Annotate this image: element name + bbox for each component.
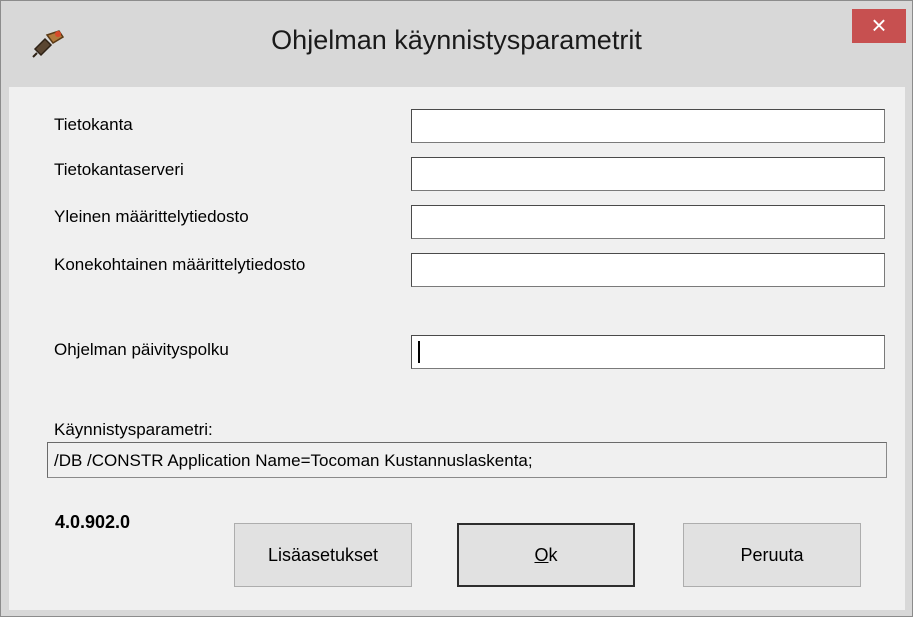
label-database-server: Tietokantaserveri: [54, 160, 184, 179]
machine-config-input[interactable]: [411, 253, 885, 287]
text-caret: [418, 341, 420, 363]
dialog-client-area: Tietokanta Tietokantaserveri Yleinen mää…: [9, 87, 905, 610]
label-update-path: Ohjelman päivityspolku: [54, 340, 229, 359]
update-path-input[interactable]: [411, 335, 885, 369]
cancel-button[interactable]: Peruuta: [683, 523, 861, 587]
label-machine-config: Konekohtainen määrittelytiedosto: [54, 255, 306, 274]
ok-label-rest: k: [548, 544, 558, 565]
advanced-settings-button[interactable]: Lisäasetukset: [234, 523, 412, 587]
advanced-settings-label: Lisäasetukset: [267, 544, 379, 565]
close-button[interactable]: ×: [852, 9, 906, 43]
ok-button[interactable]: Ok: [457, 523, 635, 587]
ok-label: Ok: [534, 545, 557, 566]
database-server-input[interactable]: [411, 157, 885, 191]
dialog-window: Ohjelman käynnistysparametrit × Tietokan…: [0, 0, 913, 617]
label-general-config: Yleinen määrittelytiedosto: [54, 207, 249, 226]
title-bar[interactable]: Ohjelman käynnistysparametrit ×: [1, 1, 912, 87]
startup-param-field[interactable]: /DB /CONSTR Application Name=Tocoman Kus…: [47, 442, 887, 478]
startup-param-value: /DB /CONSTR Application Name=Tocoman Kus…: [54, 451, 533, 470]
close-icon[interactable]: ×: [871, 10, 886, 40]
version-label: 4.0.902.0: [55, 512, 131, 532]
database-input[interactable]: [411, 109, 885, 143]
window-title: Ohjelman käynnistysparametrit: [271, 25, 642, 55]
startup-param-label: Käynnistysparametri:: [54, 420, 213, 439]
cancel-label: Peruuta: [740, 544, 804, 565]
label-database: Tietokanta: [54, 115, 133, 134]
general-config-input[interactable]: [411, 205, 885, 239]
ok-mnemonic: O: [534, 544, 549, 565]
